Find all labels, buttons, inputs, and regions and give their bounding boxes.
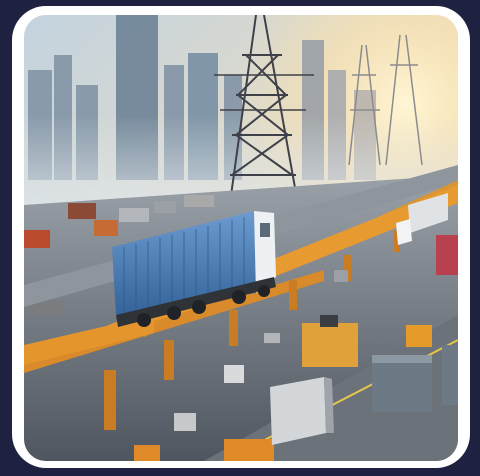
container-stack [372, 345, 458, 412]
logistics-illustration [24, 15, 458, 461]
